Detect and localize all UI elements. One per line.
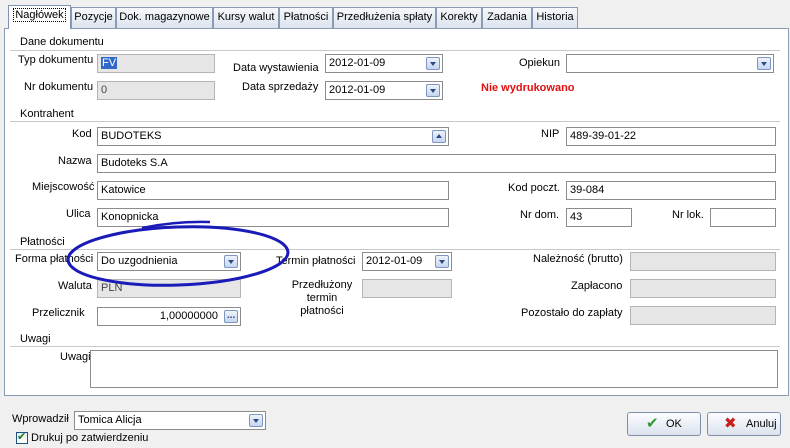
entered-by-value: Tomica Alicja: [78, 414, 142, 426]
tab-label: Nagłówek: [13, 8, 66, 22]
label-entered-by: Wprowadził: [12, 413, 69, 425]
ok-button[interactable]: ✔ OK: [627, 412, 701, 436]
check-icon: ✔: [646, 415, 659, 432]
entered-by-select[interactable]: Tomica Alicja: [74, 411, 266, 430]
ok-label: OK: [666, 418, 682, 430]
cancel-button[interactable]: ✖ Anuluj: [707, 412, 781, 436]
cancel-label: Anuluj: [746, 418, 777, 430]
chevron-down-icon[interactable]: [249, 414, 263, 427]
annotation-overlay: [66, 220, 290, 287]
tab-naglowek[interactable]: Nagłówek: [8, 5, 71, 29]
cross-icon: ✖: [724, 415, 737, 432]
print-after-confirm-checkbox[interactable]: [16, 430, 28, 444]
label-print-after-confirm: Drukuj po zatwierdzeniu: [31, 432, 149, 444]
annotation-ellipse: [66, 225, 290, 287]
